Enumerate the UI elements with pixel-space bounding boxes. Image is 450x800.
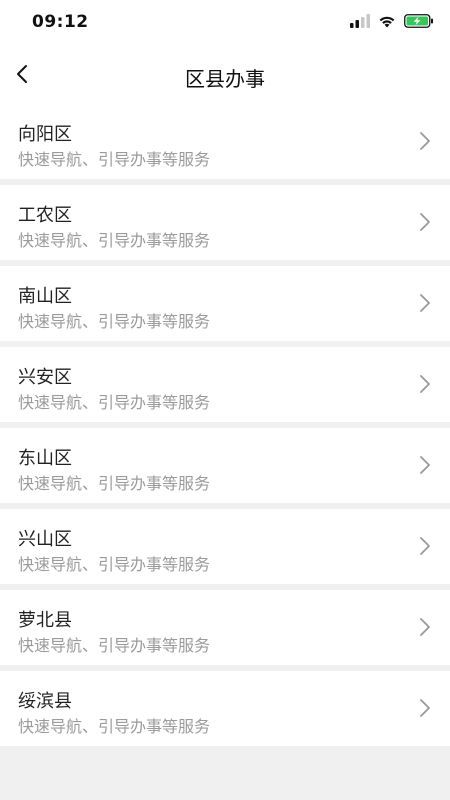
item-title: 萝北县 — [18, 610, 72, 631]
chevron-right-icon — [420, 699, 430, 717]
signal-bars-icon — [350, 14, 370, 28]
page-title: 区县办事 — [185, 67, 265, 91]
list-item[interactable]: 向阳区 快速导航、引导办事等服务 — [0, 104, 450, 179]
item-title: 工农区 — [18, 205, 72, 226]
list-item[interactable]: 兴安区 快速导航、引导办事等服务 — [0, 347, 450, 422]
status-bar: 09:12 — [0, 0, 450, 46]
item-subtitle: 快速导航、引导办事等服务 — [18, 231, 211, 250]
status-time: 09:12 — [32, 12, 89, 32]
item-subtitle: 快速导航、引导办事等服务 — [18, 474, 211, 493]
list-item[interactable]: 东山区 快速导航、引导办事等服务 — [0, 428, 450, 503]
item-subtitle: 快速导航、引导办事等服务 — [18, 393, 211, 412]
item-title: 兴山区 — [18, 529, 72, 550]
item-subtitle: 快速导航、引导办事等服务 — [18, 717, 211, 736]
item-subtitle: 快速导航、引导办事等服务 — [18, 555, 211, 574]
chevron-right-icon — [420, 213, 430, 231]
item-subtitle: 快速导航、引导办事等服务 — [18, 312, 211, 331]
list-item[interactable]: 萝北县 快速导航、引导办事等服务 — [0, 590, 450, 665]
list-item[interactable]: 南山区 快速导航、引导办事等服务 — [0, 266, 450, 341]
item-title: 兴安区 — [18, 367, 72, 388]
list-item[interactable]: 绥滨县 快速导航、引导办事等服务 — [0, 671, 450, 746]
chevron-right-icon — [420, 618, 430, 636]
item-title: 南山区 — [18, 286, 72, 307]
nav-bar: 区县办事 — [0, 46, 450, 104]
district-list: 向阳区 快速导航、引导办事等服务 工农区 快速导航、引导办事等服务 南山区 快速… — [0, 104, 450, 752]
list-item[interactable]: 兴山区 快速导航、引导办事等服务 — [0, 509, 450, 584]
item-subtitle: 快速导航、引导办事等服务 — [18, 150, 211, 169]
chevron-right-icon — [420, 456, 430, 474]
chevron-right-icon — [420, 294, 430, 312]
status-icons — [350, 14, 434, 28]
list-item[interactable]: 工农区 快速导航、引导办事等服务 — [0, 185, 450, 260]
item-title: 东山区 — [18, 448, 72, 469]
chevron-right-icon — [420, 132, 430, 150]
chevron-right-icon — [420, 375, 430, 393]
item-title: 向阳区 — [18, 124, 72, 145]
item-title: 绥滨县 — [18, 691, 72, 712]
item-subtitle: 快速导航、引导办事等服务 — [18, 636, 211, 655]
wifi-icon — [379, 16, 395, 28]
chevron-right-icon — [420, 537, 430, 555]
battery-charging-icon — [404, 14, 433, 28]
